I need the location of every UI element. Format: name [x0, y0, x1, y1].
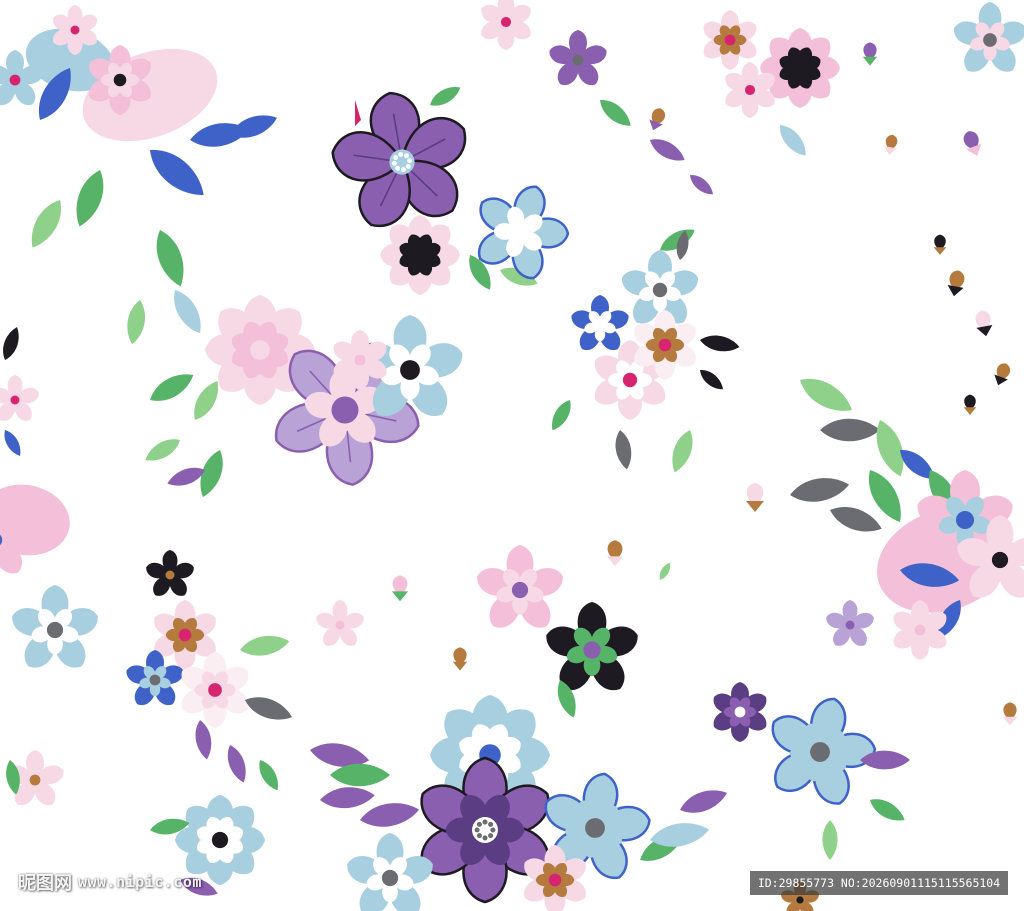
watermark-brand-name: 昵图网 — [18, 873, 72, 894]
floral-pattern-canvas — [0, 0, 1024, 911]
watermark-url: www.nipic.com — [78, 873, 202, 891]
watermark-id-badge: ID:29855773 NO:20260901115115565104 — [750, 871, 1008, 895]
black-center-flower — [380, 215, 460, 295]
watermark-id-text: ID:29855773 NO:20260901115115565104 — [757, 876, 1001, 890]
watermark-brand: 昵图网 www.nipic.com — [18, 870, 202, 894]
